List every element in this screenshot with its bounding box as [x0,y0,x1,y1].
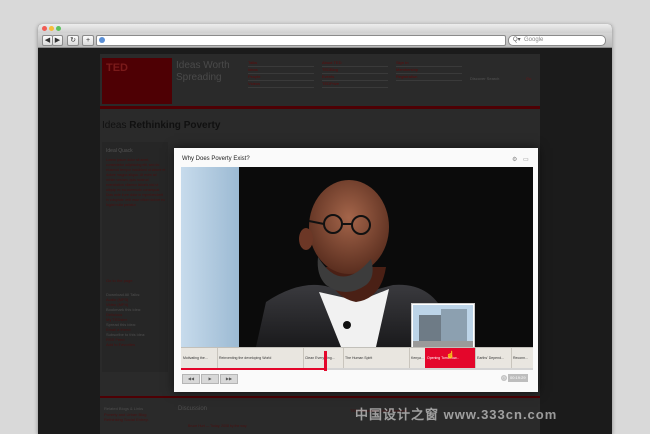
nav-item-tedprize[interactable]: TEDPrize [322,81,388,88]
progress-track[interactable] [181,368,533,370]
header-divider [100,106,540,109]
chapter-strip: Motivating the... Reinventing the develo… [181,347,533,369]
title-prefix: Ideas [102,120,127,131]
nav-column-3: Sign In Membership Registration [396,60,462,81]
ted-logo[interactable]: TED [102,58,172,104]
tagline: Ideas Worth Spreading [176,60,230,83]
video-player-modal: Why Does Poverty Exist? ⚙ ▭ Motivating t… [174,148,538,392]
nav-item-membership[interactable]: Membership [396,67,462,74]
add-favorites-link[interactable]: Add to Favorites [106,342,145,347]
nav-item-ideas[interactable]: Ideas [248,67,314,74]
hand-cursor-icon: ☝ [446,352,455,359]
clock-icon: ◷ [501,375,507,381]
sidebar-body: Lorem ipsum dolor sit amet, consectetur … [106,158,166,207]
related-link[interactable]: Rethinking Social Entrep. [104,417,149,422]
speaker-illustration [256,180,451,347]
search-icon: Q▾ [513,37,521,43]
browser-toolbar: ◀ ▶ ↻ + Q▾ Google [38,33,612,48]
fast-forward-button[interactable]: ▶▶ [220,374,238,384]
progress-fill [181,368,326,370]
chapter-item[interactable]: Reinventing the developing World [217,348,304,369]
screen-icon[interactable]: ▭ [523,156,529,163]
chapter-item[interactable]: Motivating the... [181,348,218,369]
add-bookmark-button[interactable]: + [82,35,94,46]
video-frame[interactable] [181,167,533,347]
nav-item-videos[interactable]: Videos [248,81,314,88]
title-main: Rethinking Poverty [129,120,221,131]
sidebar: Ideal Quack Lorem ipsum dolor sit amet, … [102,142,168,372]
related-title: Related Blogs & Links [104,406,144,411]
watermark: 中国设计之窗 www.333cn.com [355,407,558,422]
rewind-button[interactable]: ◀◀ [182,374,200,384]
search-field[interactable]: Q▾ Google [508,35,606,46]
sidebar-link[interactable]: Go to the page [106,278,132,283]
site-search-label[interactable]: Discover Search [470,76,499,81]
nav-item-events[interactable]: Events [322,74,388,81]
nav-column-1: Talks Ideas People Videos [248,60,314,88]
gear-icon[interactable]: ⚙ [512,156,517,163]
nav-item-talks[interactable]: Talks [248,60,314,67]
page-title: Ideas Rethinking Poverty [102,120,220,131]
reload-button[interactable]: ↻ [67,35,79,46]
search-placeholder: Google [524,37,544,43]
address-bar[interactable] [96,35,506,46]
forward-button[interactable]: ▶ [52,35,63,46]
logo-text: TED [106,62,128,74]
nav-item-people[interactable]: People [248,74,314,81]
content-divider [100,396,540,398]
chapter-item[interactable]: Reconn... [511,348,533,369]
chapter-item[interactable]: Earths' Depend... [475,348,512,369]
download-section: Download All Talks: Audio (MP3) Video (M… [106,292,145,347]
chapter-preview-thumbnail [411,303,475,347]
globe-icon [99,37,105,43]
playhead-handle[interactable] [324,351,327,371]
play-button[interactable]: ▶ [201,374,219,384]
player-title: Why Does Poverty Exist? [182,156,250,162]
nav-item-tedblog[interactable]: TEDBlog [322,67,388,74]
nav-item-sign-in[interactable]: Sign In [396,60,462,67]
chapter-item[interactable]: Kenya... [409,348,426,369]
nav-item-about[interactable]: About TED [322,60,388,67]
site-search-go-button[interactable]: Go [526,76,531,81]
discussion-heading: Discussion [178,406,208,412]
title-bar [38,24,612,33]
nav-item-registration[interactable]: Registration [396,74,462,81]
comment-author[interactable]: Bruce Hurt — Today, 2008 by the way [188,424,247,428]
minimize-window-button[interactable] [49,26,54,31]
close-window-button[interactable] [42,26,47,31]
zoom-window-button[interactable] [56,26,61,31]
time-readout: 00:19:29 [508,374,528,382]
related-links: Poverty and Urban Blog Rethinking Social… [104,412,149,422]
nav-column-2: About TED TEDBlog Events TEDPrize [322,60,388,88]
chapter-item[interactable]: The Human Spirit [343,348,410,369]
sidebar-title: Ideal Quack [106,148,133,154]
